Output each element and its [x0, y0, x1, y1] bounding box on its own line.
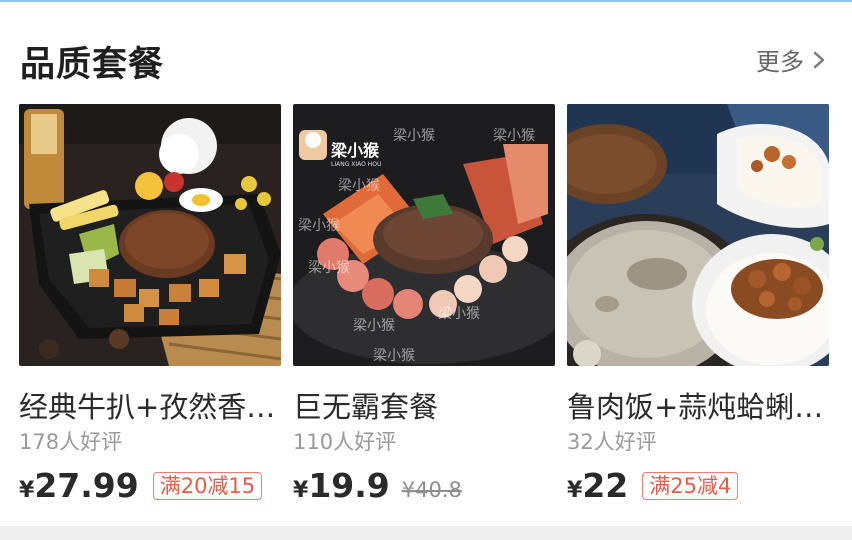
watermark: 梁小猴	[493, 128, 535, 144]
product-image[interactable]	[567, 104, 829, 366]
price-row: ¥22 满25减4	[567, 466, 739, 505]
more-link[interactable]: 更多	[756, 42, 830, 77]
product-card-platter[interactable]: 梁小猴 LIANG XIAO HOU 梁小猴 梁小猴 梁小猴 梁小猴 梁小猴 梁…	[293, 104, 555, 514]
product-image[interactable]	[19, 104, 281, 366]
product-image[interactable]: 梁小猴 LIANG XIAO HOU 梁小猴 梁小猴 梁小猴 梁小猴 梁小猴 梁…	[293, 104, 555, 366]
watermark: 梁小猴	[353, 318, 395, 334]
product-price: ¥19.9	[293, 466, 390, 505]
watermark: 梁小猴	[330, 141, 380, 160]
discount-badge: 满20减15	[152, 471, 263, 500]
watermark: 梁小猴	[298, 218, 340, 234]
price-row: ¥27.99 满20减15	[19, 466, 263, 505]
product-card-steak[interactable]: 经典牛扒+孜然香… 178人好评 ¥27.99 满20减15	[19, 104, 281, 514]
product-price: ¥22	[567, 466, 629, 505]
original-price: ¥40.8	[401, 478, 462, 502]
watermark-sub: LIANG XIAO HOU	[331, 161, 381, 168]
section-title: 品质套餐	[20, 45, 165, 85]
price-row: ¥19.9 ¥40.8	[293, 466, 462, 505]
braised-pork-rice-photo	[567, 104, 829, 366]
product-list: 经典牛扒+孜然香… 178人好评 ¥27.99 满20减15 梁小猴 LIANG…	[19, 104, 831, 514]
product-name: 鲁肉饭+蒜炖蛤蜊…	[567, 390, 824, 424]
discount-badge: 满25减4	[642, 471, 739, 500]
product-name: 经典牛扒+孜然香…	[19, 390, 276, 424]
big-platter-meal-photo: 梁小猴 LIANG XIAO HOU 梁小猴 梁小猴 梁小猴 梁小猴 梁小猴 梁…	[293, 104, 555, 366]
top-border	[0, 0, 852, 2]
watermark: 梁小猴	[393, 128, 435, 144]
watermark: 梁小猴	[438, 306, 480, 322]
product-card-pork-rice[interactable]: 鲁肉饭+蒜炖蛤蜊… 32人好评 ¥22 满25减4	[567, 104, 829, 514]
product-rating: 32人好评	[567, 430, 657, 454]
watermark: 梁小猴	[308, 260, 350, 276]
section-header: 品质套餐 更多	[20, 30, 832, 86]
chevron-right-icon	[813, 51, 825, 68]
watermark: 梁小猴	[373, 348, 415, 364]
section-divider	[0, 526, 852, 540]
watermark: 梁小猴	[338, 178, 380, 194]
beef-steak-meal-photo	[19, 104, 281, 366]
product-rating: 178人好评	[19, 430, 123, 454]
product-price: ¥27.99	[19, 466, 139, 505]
more-label: 更多	[756, 48, 804, 76]
product-name: 巨无霸套餐	[293, 390, 439, 424]
product-rating: 110人好评	[293, 430, 397, 454]
